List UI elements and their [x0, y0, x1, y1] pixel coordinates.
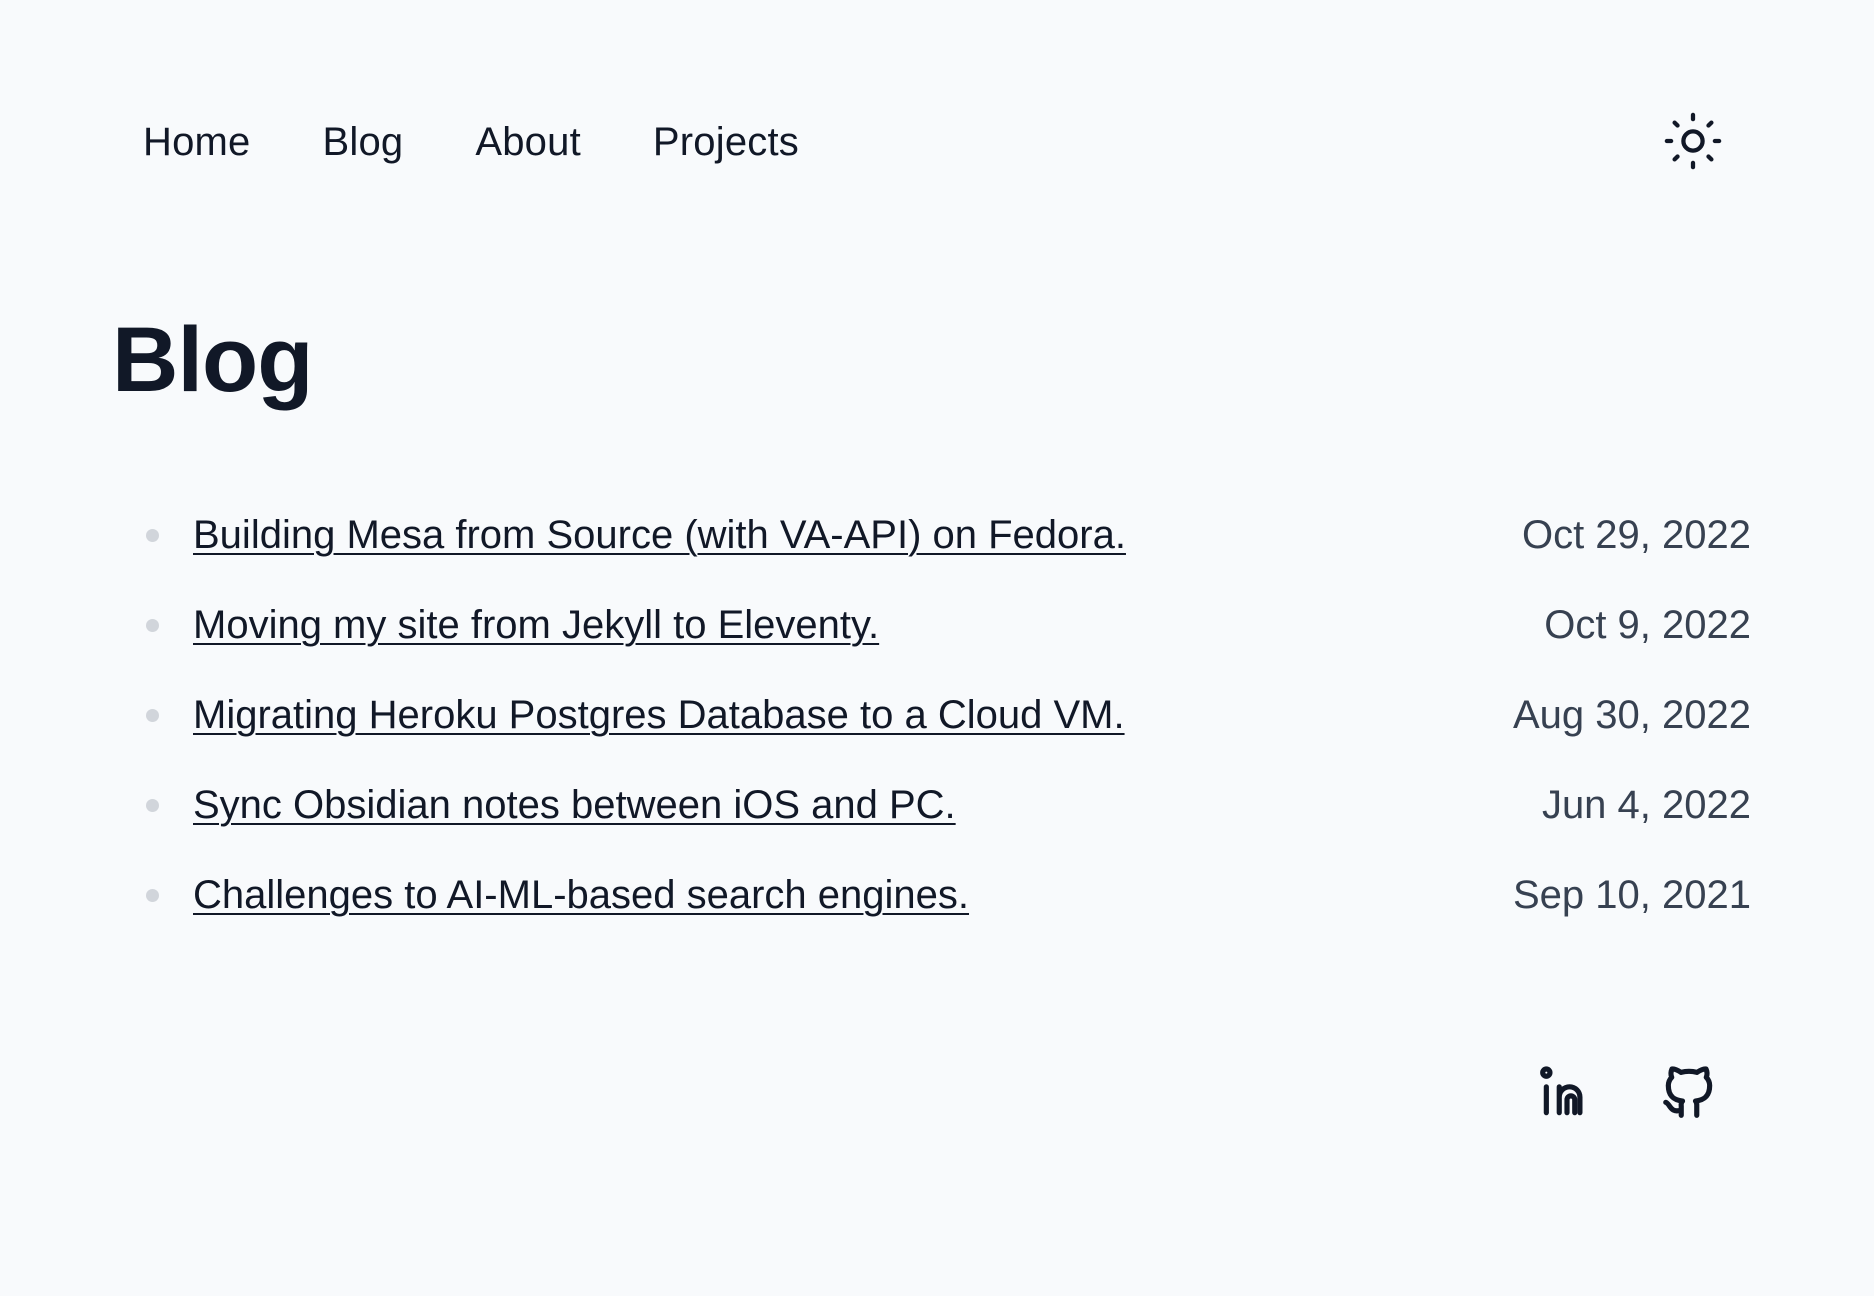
list-item: Sync Obsidian notes between iOS and PC. … [143, 760, 1751, 850]
sun-icon [1664, 112, 1722, 170]
github-icon [1663, 1066, 1713, 1118]
nav-home-link[interactable]: Home [143, 112, 251, 172]
post-date: Oct 9, 2022 [1544, 602, 1751, 647]
github-link[interactable] [1657, 1060, 1721, 1124]
post-list: Building Mesa from Source (with VA-API) … [143, 490, 1751, 940]
bullet-icon [146, 528, 159, 542]
bullet-icon [146, 618, 159, 632]
nav-blog-link[interactable]: Blog [323, 112, 404, 172]
post-date: Aug 30, 2022 [1513, 692, 1751, 737]
bullet-icon [146, 798, 159, 812]
post-date: Jun 4, 2022 [1541, 782, 1751, 827]
post-link[interactable]: Moving my site from Jekyll to Eleventy. [193, 603, 879, 648]
post-link[interactable]: Building Mesa from Source (with VA-API) … [193, 513, 1126, 558]
post-date: Sep 10, 2021 [1513, 872, 1751, 917]
nav-projects-link[interactable]: Projects [653, 112, 799, 172]
bullet-icon [146, 888, 159, 902]
list-item: Moving my site from Jekyll to Eleventy. … [143, 580, 1751, 670]
social-links [1535, 1060, 1721, 1124]
linkedin-link[interactable] [1535, 1060, 1599, 1124]
main-nav: Home Blog About Projects [143, 112, 871, 172]
post-link[interactable]: Migrating Heroku Postgres Database to a … [193, 693, 1125, 738]
theme-toggle-button[interactable] [1660, 108, 1726, 174]
nav-about-link[interactable]: About [475, 112, 581, 172]
post-date: Oct 29, 2022 [1521, 512, 1751, 557]
page-title: Blog [112, 309, 313, 411]
linkedin-icon [1540, 1066, 1583, 1116]
list-item: Building Mesa from Source (with VA-API) … [143, 490, 1751, 580]
list-item: Migrating Heroku Postgres Database to a … [143, 670, 1751, 760]
bullet-icon [146, 708, 159, 722]
post-link[interactable]: Challenges to AI-ML-based search engines… [193, 873, 969, 918]
post-link[interactable]: Sync Obsidian notes between iOS and PC. [193, 783, 956, 828]
list-item: Challenges to AI-ML-based search engines… [143, 850, 1751, 940]
